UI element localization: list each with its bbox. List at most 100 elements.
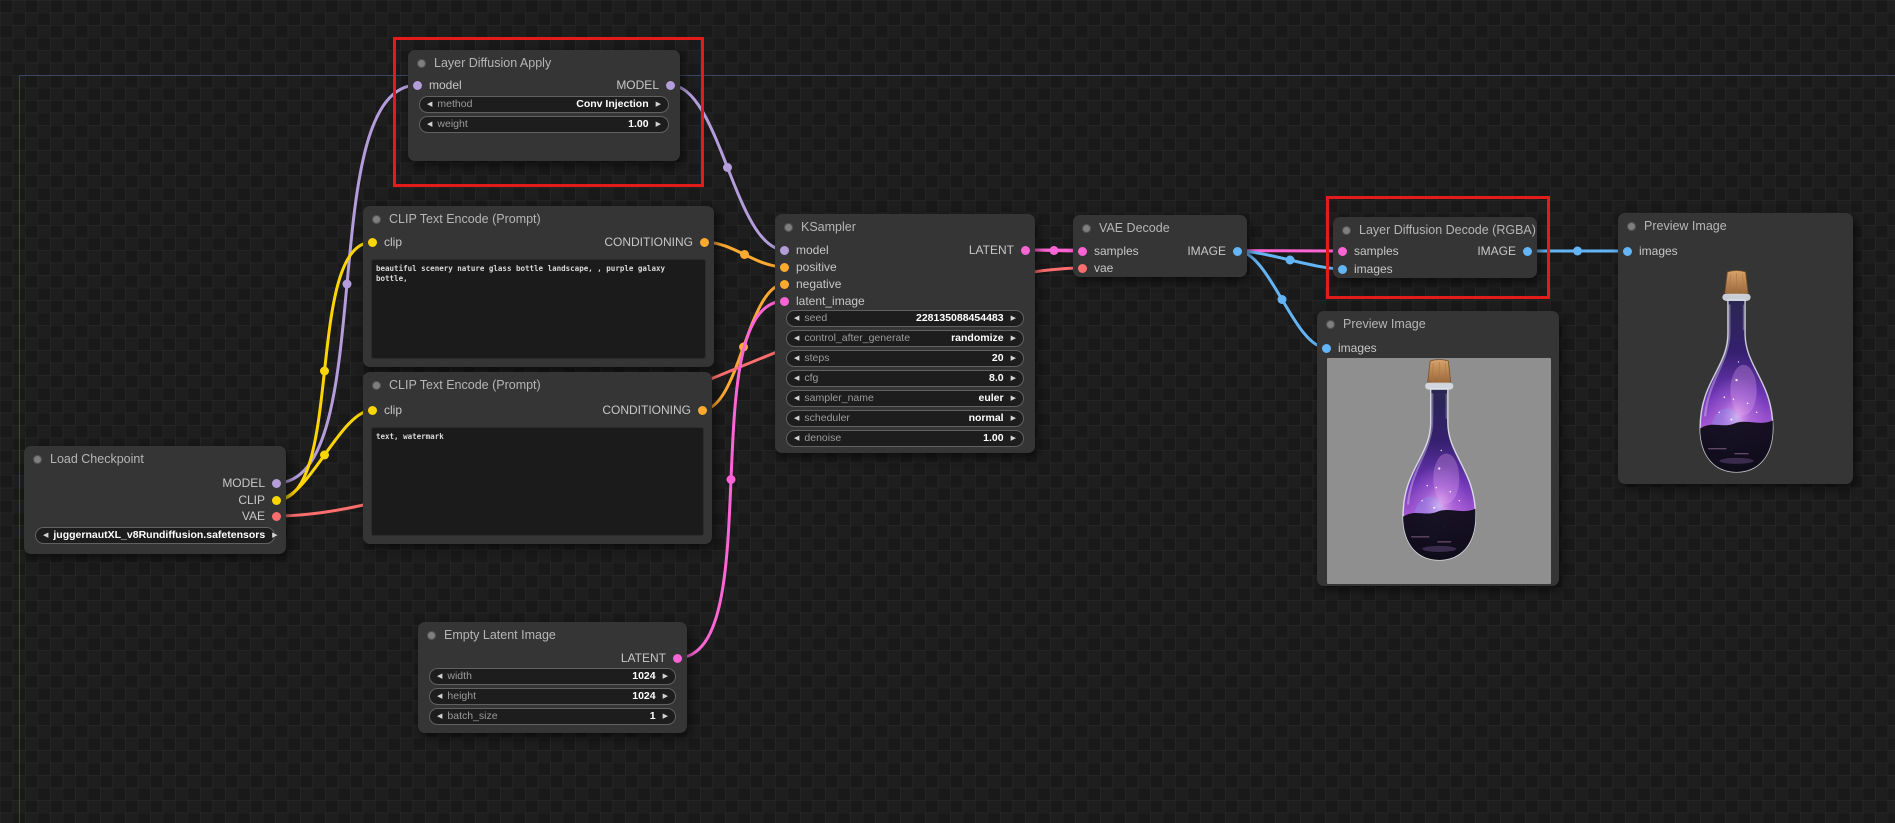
wire-midpoint-dot [1573,247,1582,256]
widget-control_after_generate[interactable]: ◀control_after_generaterandomize▶ [786,330,1024,347]
node-load-checkpoint[interactable]: Load Checkpoint MODELCLIPVAE ◀cjuggernautX… [24,446,286,554]
widget-sampler_name[interactable]: ◀sampler_nameeuler▶ [786,390,1024,407]
widget-increment-icon[interactable]: ▶ [1011,375,1016,382]
prompt-textarea[interactable]: text, watermark [371,427,704,536]
widget-increment-icon[interactable]: ▶ [1011,315,1016,322]
node-ksampler[interactable]: KSampler modelpositivenegativelatent_imag… [775,214,1035,453]
widget-height[interactable]: ◀height1024▶ [429,688,676,705]
conditioning-output-slot[interactable]: CONDITIONING [604,234,714,251]
widget-increment-icon[interactable]: ▶ [1011,435,1016,442]
node-empty-latent-image[interactable]: Empty Latent Image LATENT◀width1024▶ ◀heig… [418,622,687,733]
widget-increment-icon[interactable]: ▶ [1011,415,1016,422]
widget-cfg[interactable]: ◀cfg8.0▶ [786,370,1024,387]
collapse-dot-icon[interactable] [372,381,381,390]
widget-denoise[interactable]: ◀denoise1.00▶ [786,430,1024,447]
clip-input-slot[interactable]: clip [363,402,402,419]
node-title-bar[interactable]: CLIP Text Encode (Prompt) [363,206,714,232]
image-output-dot[interactable] [1233,247,1242,256]
widget-width[interactable]: ◀width1024▶ [429,668,676,685]
widget-batch_size[interactable]: ◀batch_size1▶ [429,708,676,725]
widget-increment-icon[interactable]: ▶ [663,713,668,720]
widget-increment-icon[interactable]: ▶ [663,693,668,700]
widget-decrement-icon[interactable]: ◀ [794,435,799,442]
node-title-bar[interactable]: Empty Latent Image [418,622,687,648]
model-input-slot[interactable]: model [775,242,829,259]
node-title-bar[interactable]: Preview Image [1618,213,1853,239]
widget-decrement-icon[interactable]: ◀ [794,375,799,382]
widget-decrement-icon[interactable]: ◀ [794,415,799,422]
negative-input-slot[interactable]: negative [775,276,841,293]
node-title-text: CLIP Text Encode (Prompt) [389,378,541,392]
latent_image-input-slot[interactable]: latent_image [775,293,865,310]
clip-input-dot[interactable] [368,406,377,415]
node-vae-decode[interactable]: VAE Decode samplesvae IMAGE [1073,215,1247,277]
widget-seed[interactable]: ◀seed228135088454483▶ [786,310,1024,327]
images-input-dot[interactable] [1623,247,1632,256]
latent-output-slot[interactable]: LATENT [969,242,1035,259]
model-input-dot[interactable] [780,246,789,255]
node-preview-image-2[interactable]: Preview Image images [1618,213,1853,484]
node-title-bar[interactable]: VAE Decode [1073,215,1247,241]
samples-input-dot[interactable] [1078,247,1087,256]
clip-output-dot[interactable] [272,496,281,505]
images-input-slot[interactable]: images [1317,340,1377,357]
vae-input-dot[interactable] [1078,264,1087,273]
vae-output-dot[interactable] [272,512,281,521]
collapse-dot-icon[interactable] [427,631,436,640]
prompt-textarea[interactable]: beautiful scenery nature glass bottle la… [371,259,706,359]
widget-increment-icon[interactable]: ▶ [1011,355,1016,362]
clip-output-slot[interactable]: CLIP [238,492,286,509]
widget-scheduler[interactable]: ◀schedulernormal▶ [786,410,1024,427]
positive-input-slot[interactable]: positive [775,259,837,276]
conditioning-output-slot[interactable]: CONDITIONING [602,402,712,419]
node-title-bar[interactable]: CLIP Text Encode (Prompt) [363,372,712,398]
widget-decrement-icon[interactable]: ◀ [794,335,799,342]
preview-image-output [1327,358,1551,584]
widget-increment-icon[interactable]: ▶ [663,673,668,680]
model-output-slot[interactable]: MODEL [222,475,286,492]
vae-input-slot[interactable]: vae [1073,260,1113,277]
widget-increment-icon[interactable]: ▶ [272,532,277,539]
latent-output-slot[interactable]: LATENT [621,650,687,667]
widget-c[interactable]: ◀cjuggernautXL_v8Rundiffusion.safetensor… [35,527,275,544]
widget-decrement-icon[interactable]: ◀ [437,693,442,700]
node-title-bar[interactable]: Load Checkpoint [24,446,286,472]
widget-increment-icon[interactable]: ▶ [1011,335,1016,342]
widget-steps[interactable]: ◀steps20▶ [786,350,1024,367]
clip-input-slot[interactable]: clip [363,234,402,251]
negative-input-dot[interactable] [780,280,789,289]
wire-midpoint-dot [320,451,329,460]
vae-output-slot[interactable]: VAE [242,508,286,525]
collapse-dot-icon[interactable] [1627,222,1636,231]
positive-input-dot[interactable] [780,263,789,272]
images-input-dot[interactable] [1322,344,1331,353]
widget-decrement-icon[interactable]: ◀ [437,673,442,680]
latent-output-dot[interactable] [673,654,682,663]
node-clip-text-encode-positive[interactable]: CLIP Text Encode (Prompt) clip CONDITIONIN… [363,206,714,367]
node-title-bar[interactable]: Preview Image [1317,311,1559,337]
clip-input-dot[interactable] [368,238,377,247]
node-clip-text-encode-negative[interactable]: CLIP Text Encode (Prompt) clip CONDITIONIN… [363,372,712,544]
images-input-slot[interactable]: images [1618,243,1678,260]
node-title-bar[interactable]: KSampler [775,214,1035,240]
widget-decrement-icon[interactable]: ◀ [794,315,799,322]
conditioning-output-dot[interactable] [698,406,707,415]
widget-decrement-icon[interactable]: ◀ [437,713,442,720]
latent-output-dot[interactable] [1021,246,1030,255]
conditioning-output-dot[interactable] [700,238,709,247]
samples-input-slot[interactable]: samples [1073,243,1139,260]
collapse-dot-icon[interactable] [1082,224,1091,233]
collapse-dot-icon[interactable] [33,455,42,464]
widget-decrement-icon[interactable]: ◀ [794,355,799,362]
collapse-dot-icon[interactable] [784,223,793,232]
image-output-slot[interactable]: IMAGE [1187,243,1247,260]
node-graph-canvas[interactable]: Load Checkpoint MODELCLIPVAE ◀cjuggernautX… [0,0,1895,823]
collapse-dot-icon[interactable] [372,215,381,224]
model-output-dot[interactable] [272,479,281,488]
node-preview-image-1[interactable]: Preview Image images [1317,311,1559,586]
widget-decrement-icon[interactable]: ◀ [794,395,799,402]
latent_image-input-dot[interactable] [780,297,789,306]
widget-decrement-icon[interactable]: ◀ [43,532,48,539]
collapse-dot-icon[interactable] [1326,320,1335,329]
widget-increment-icon[interactable]: ▶ [1011,395,1016,402]
